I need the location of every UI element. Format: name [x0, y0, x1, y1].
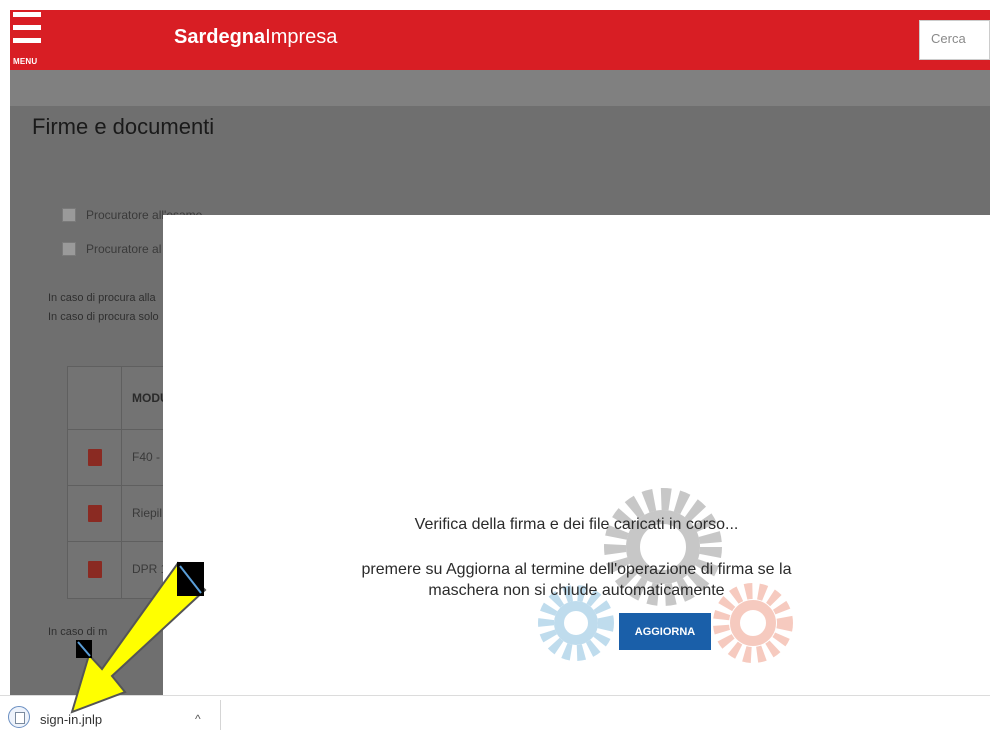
document-name: Riepil: [132, 506, 163, 520]
column-divider: [121, 367, 122, 598]
status-message: Verifica della firma e dei file caricati…: [414, 516, 739, 533]
checkbox-label: Procuratore al: [86, 242, 162, 256]
document-name: F40 -: [132, 450, 161, 464]
note-text: In caso di procura solo: [48, 311, 159, 323]
search-input[interactable]: Cerca: [919, 20, 990, 60]
file-icon: [8, 706, 30, 728]
pdf-icon[interactable]: [88, 449, 102, 466]
menu-label: MENU: [13, 57, 38, 66]
top-header: MENU SardegnaImpresa Cerca: [10, 10, 990, 70]
pdf-icon[interactable]: [88, 505, 102, 522]
verification-modal: Verifica della firma e dei file caricati…: [163, 215, 990, 695]
menu-icon-bar: [13, 38, 41, 43]
download-file-name: sign-in.jnlp: [40, 712, 103, 727]
checkbox-row: Procuratore al: [62, 240, 161, 258]
documents-table: MODU F40 - Riepil DPR 1: [67, 366, 177, 599]
menu-icon: [13, 12, 41, 17]
aggiorna-button[interactable]: AGGIORNA: [619, 613, 711, 650]
table-row[interactable]: DPR 1: [68, 542, 176, 598]
menu-button[interactable]: MENU: [10, 10, 50, 70]
menu-icon-bar: [13, 25, 41, 30]
brand-logo[interactable]: SardegnaImpresa: [174, 26, 337, 49]
table-row[interactable]: Riepil: [68, 486, 176, 542]
page-title: Firme e documenti: [32, 114, 215, 139]
checkbox[interactable]: [62, 242, 76, 256]
pdf-icon[interactable]: [88, 561, 102, 578]
sub-navigation-bar: [10, 70, 990, 106]
brand-rest: Impresa: [265, 26, 338, 48]
checkbox[interactable]: [62, 208, 76, 222]
download-bar-divider: [220, 700, 221, 730]
note-text: In caso di procura alla: [48, 292, 156, 304]
download-item[interactable]: sign-in.jnlp ^: [8, 706, 220, 735]
chevron-up-icon[interactable]: ^: [195, 712, 201, 726]
instruction-line-2: maschera non si chiude automaticamente: [428, 582, 725, 599]
instruction-line-1: premere su Aggiorna al termine dell'oper…: [361, 561, 792, 578]
table-header-row: MODU: [68, 367, 176, 430]
table-row[interactable]: F40 -: [68, 430, 176, 486]
note-text: In caso di m: [48, 626, 108, 638]
download-bar: sign-in.jnlp ^: [0, 695, 990, 735]
brand-bold: Sardegna: [174, 26, 266, 48]
